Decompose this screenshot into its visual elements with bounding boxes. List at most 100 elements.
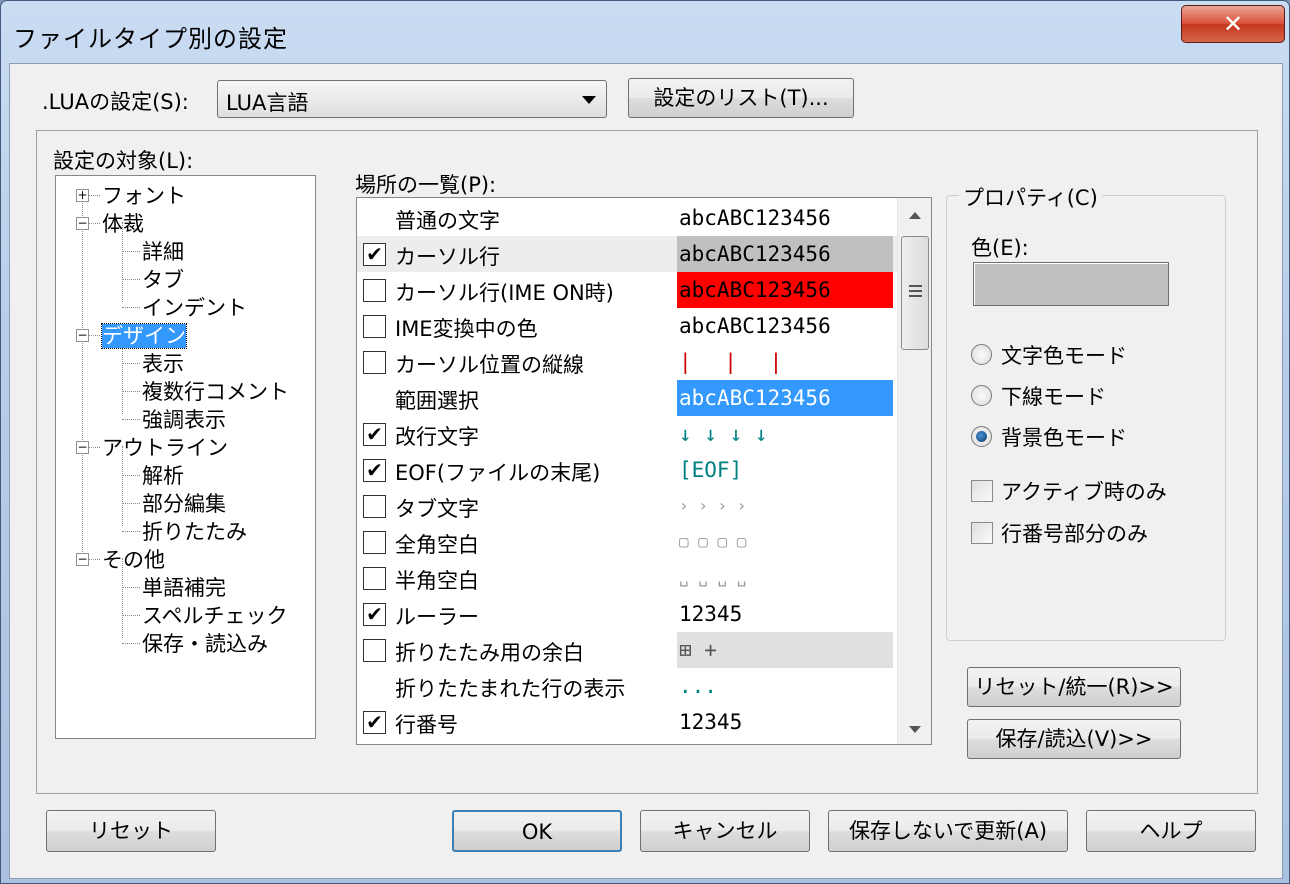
tree-item-label: 部分編集 xyxy=(142,492,226,516)
list-item[interactable]: タブ文字 › › › › xyxy=(357,488,897,524)
target-tree[interactable]: フォント + 体裁 − 詳細 タブ インデント デザイン − 表示 複数行コメント 強調表示 アウトライ… xyxy=(55,175,316,739)
row-sample: ▢ ▢ ▢ ▢ xyxy=(679,532,747,551)
tree-item[interactable]: インデント xyxy=(142,292,247,322)
row-sample: 12345 xyxy=(679,602,743,626)
row-checkbox[interactable]: ✔ xyxy=(363,711,386,734)
close-button[interactable]: ✕ xyxy=(1181,5,1285,43)
color-swatch-button[interactable] xyxy=(973,262,1169,306)
radio-background-color-mode[interactable] xyxy=(971,426,992,447)
tree-item-label: 複数行コメント xyxy=(142,380,289,404)
row-name: 全角空白 xyxy=(395,533,479,557)
tree-item[interactable]: 詳細 xyxy=(142,236,184,266)
scroll-up-icon[interactable] xyxy=(909,212,921,219)
tree-item-label: 保存・読込み xyxy=(142,632,268,656)
row-checkbox[interactable]: ✔ xyxy=(363,459,386,482)
list-item[interactable]: ✔ EOF(ファイルの末尾) [EOF] xyxy=(357,452,897,488)
list-item[interactable]: ✔ 行番号 12345 xyxy=(357,704,897,740)
row-name: 範囲選択 xyxy=(395,389,479,413)
row-checkbox[interactable]: ✔ xyxy=(363,243,386,266)
ok-button[interactable]: OK xyxy=(452,810,622,852)
tree-item-label: 折りたたみ xyxy=(142,520,247,544)
row-checkbox[interactable] xyxy=(363,567,386,590)
list-item[interactable]: カーソル位置の縦線 | | | xyxy=(357,344,897,380)
target-label: 設定の対象(L): xyxy=(53,149,194,173)
tree-item[interactable]: 表示 xyxy=(142,348,184,378)
tree-item-label: タブ xyxy=(142,268,184,292)
tree-item-label: 単語補完 xyxy=(142,576,226,600)
update-without-save-button[interactable]: 保存しないで更新(A) xyxy=(828,810,1068,852)
list-item[interactable]: カーソル行(IME ON時) abcABC123456 xyxy=(357,272,897,308)
tree-item[interactable]: 折りたたみ xyxy=(142,516,247,546)
collapse-icon[interactable]: − xyxy=(76,441,89,454)
list-item[interactable]: IME変換中の色 abcABC123456 xyxy=(357,308,897,344)
tree-item[interactable]: 解析 xyxy=(142,460,184,490)
list-item[interactable]: 折りたたまれた行の表示... xyxy=(357,668,897,704)
settings-list-button[interactable]: 設定のリスト(T)... xyxy=(628,78,854,118)
list-item[interactable]: 半角空白 ␣ ␣ ␣ ␣ xyxy=(357,560,897,596)
line-number-only-checkbox[interactable] xyxy=(971,522,993,544)
list-item[interactable]: ✔ カーソル行 abcABC123456 xyxy=(357,236,897,272)
row-name: ルーラー xyxy=(395,605,479,629)
properties-group-label: プロパティ(C) xyxy=(959,182,1102,212)
tree-item[interactable]: 単語補完 xyxy=(142,572,226,602)
row-name: 普通の文字 xyxy=(395,209,500,233)
places-list[interactable]: 普通の文字 abcABC123456 ✔ カーソル行 abcABC123456 カーソル行… xyxy=(356,197,932,745)
tree-item-label: その他 xyxy=(102,548,165,572)
row-sample: ... xyxy=(679,674,717,698)
active-only-label[interactable]: アクティブ時のみ xyxy=(1001,476,1167,506)
row-checkbox[interactable] xyxy=(363,351,386,374)
radio-text-color-mode[interactable] xyxy=(971,344,992,365)
active-only-checkbox[interactable] xyxy=(971,480,993,502)
tree-item[interactable]: アウトライン xyxy=(102,432,228,462)
scroll-thumb[interactable] xyxy=(901,236,929,350)
row-checkbox[interactable]: ✔ xyxy=(363,603,386,626)
row-checkbox[interactable] xyxy=(363,531,386,554)
row-checkbox[interactable] xyxy=(363,315,386,338)
reset-unify-button[interactable]: リセット/統一(R)>> xyxy=(967,667,1181,707)
background-color-mode-label[interactable]: 背景色モード xyxy=(1001,422,1127,452)
list-item[interactable]: 普通の文字 abcABC123456 xyxy=(357,200,897,236)
collapse-icon[interactable]: − xyxy=(76,329,89,342)
tree-item[interactable]: その他 xyxy=(102,544,165,574)
collapse-icon[interactable]: − xyxy=(76,553,89,566)
tree-item[interactable]: 体裁 xyxy=(102,208,144,238)
save-load-button[interactable]: 保存/読込(V)>> xyxy=(967,719,1181,759)
places-scrollbar[interactable] xyxy=(897,198,931,744)
tree-item[interactable]: 部分編集 xyxy=(142,488,226,518)
tree-item[interactable]: 保存・読込み xyxy=(142,628,268,658)
tree-item[interactable]: スペルチェック xyxy=(142,600,288,630)
cancel-button[interactable]: キャンセル xyxy=(640,810,810,852)
list-item[interactable]: 範囲選択 abcABC123456 xyxy=(357,380,897,416)
row-sample: ␣ ␣ ␣ ␣ xyxy=(679,568,747,587)
row-checkbox[interactable] xyxy=(363,495,386,518)
radio-underline-mode[interactable] xyxy=(971,385,992,406)
list-item[interactable]: ✔ 改行文字 ↓ ↓ ↓ ↓ xyxy=(357,416,897,452)
window-title: ファイルタイプ別の設定 xyxy=(13,25,288,53)
list-item[interactable]: ✔ ルーラー 12345 xyxy=(357,596,897,632)
row-sample: 12345 xyxy=(679,710,743,734)
list-item[interactable]: 全角空白 ▢ ▢ ▢ ▢ xyxy=(357,524,897,560)
tree-item[interactable]: 強調表示 xyxy=(142,404,226,434)
tree-item-label: インデント xyxy=(142,296,247,320)
line-number-only-label[interactable]: 行番号部分のみ xyxy=(1001,518,1148,548)
tree-item[interactable]: デザイン xyxy=(101,320,187,350)
title-bar[interactable]: ファイルタイプ別の設定 ✕ xyxy=(1,1,1290,63)
places-label: 場所の一覧(P): xyxy=(355,173,497,197)
scroll-down-icon[interactable] xyxy=(909,726,921,733)
help-button[interactable]: ヘルプ xyxy=(1086,810,1256,852)
collapse-icon[interactable]: − xyxy=(76,217,89,230)
reset-button[interactable]: リセット xyxy=(46,810,216,852)
row-checkbox[interactable] xyxy=(363,639,386,662)
tree-item[interactable]: タブ xyxy=(142,264,184,294)
tree-item-label: アウトライン xyxy=(102,436,228,460)
row-name: EOF(ファイルの末尾) xyxy=(395,461,601,485)
row-checkbox[interactable] xyxy=(363,279,386,302)
list-item[interactable]: 折りたたみ用の余白 ⊞ + xyxy=(357,632,897,668)
text-color-mode-label[interactable]: 文字色モード xyxy=(1001,340,1127,370)
expand-icon[interactable]: + xyxy=(76,189,89,202)
underline-mode-label[interactable]: 下線モード xyxy=(1001,381,1106,411)
tree-item[interactable]: 複数行コメント xyxy=(142,376,289,406)
row-checkbox[interactable]: ✔ xyxy=(363,423,386,446)
filetype-select[interactable]: LUA言語 xyxy=(217,80,607,118)
tree-item[interactable]: フォント xyxy=(102,180,186,210)
